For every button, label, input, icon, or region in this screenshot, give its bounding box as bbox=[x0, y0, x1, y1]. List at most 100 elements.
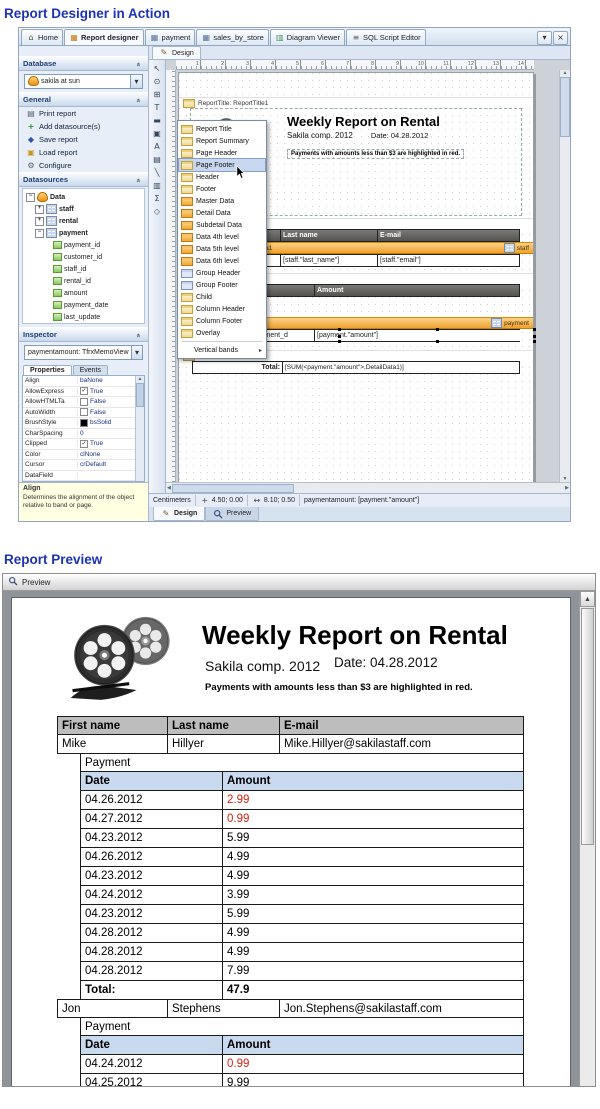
tree-item-Data[interactable]: −Data bbox=[23, 191, 144, 203]
scroll-right-icon[interactable]: ▶ bbox=[565, 485, 569, 491]
menu-item-vertical-bands[interactable]: Vertical bands▸ bbox=[179, 344, 265, 356]
col-amount[interactable]: Amount bbox=[314, 284, 520, 297]
preview-vertical-scrollbar[interactable]: ▲ bbox=[579, 591, 595, 1087]
property-value[interactable]: baNone bbox=[78, 377, 136, 384]
tab-design[interactable]: ✎ Design bbox=[152, 46, 201, 59]
menu-item-group-footer[interactable]: Group Footer bbox=[179, 279, 265, 291]
property-row[interactable]: CursorcrDefault bbox=[23, 460, 136, 471]
tool-zoom-icon[interactable]: ⊙ bbox=[151, 76, 163, 87]
property-row[interactable]: AlignbaNone bbox=[23, 376, 136, 387]
collapse-expander-icon[interactable]: − bbox=[35, 229, 44, 238]
expand-expander-icon[interactable]: + bbox=[35, 217, 44, 226]
property-value[interactable]: ✓True bbox=[78, 440, 136, 448]
menu-item-header[interactable]: Header bbox=[179, 171, 265, 183]
general-panel-header[interactable]: General » bbox=[19, 92, 148, 107]
datasources-panel-header[interactable]: Datasources » bbox=[19, 172, 148, 187]
sidebar-item-save-report[interactable]: ◆Save report bbox=[19, 133, 148, 146]
scrollbar-thumb[interactable] bbox=[136, 383, 144, 407]
checkbox-unchecked-icon[interactable] bbox=[80, 408, 88, 416]
tree-item-payment_id[interactable]: payment_id bbox=[23, 239, 144, 251]
menu-item-subdetail-data[interactable]: Subdetail Data bbox=[179, 219, 265, 231]
property-row[interactable]: DataField bbox=[23, 471, 136, 482]
tree-item-rental_id[interactable]: rental_id bbox=[23, 275, 144, 287]
report-title-band-header[interactable]: ReportTitle: ReportTitle1 bbox=[179, 97, 533, 108]
scrollbar-thumb[interactable] bbox=[581, 608, 594, 845]
database-panel-header[interactable]: Database » bbox=[19, 56, 148, 71]
property-value[interactable]: False bbox=[78, 398, 136, 406]
inspector-tab-events[interactable]: Events bbox=[73, 365, 108, 375]
checkbox-checked-icon[interactable]: ✓ bbox=[80, 387, 88, 395]
menu-item-data-4th-level[interactable]: Data 4th level bbox=[179, 231, 265, 243]
sidebar-item-add-datasource-s-[interactable]: +Add datasource(s) bbox=[19, 120, 148, 133]
bottom-tab-preview[interactable]: Preview bbox=[205, 507, 259, 521]
tree-item-payment_date[interactable]: payment_date bbox=[23, 299, 144, 311]
tab-report-designer[interactable]: ▦Report designer bbox=[64, 29, 144, 45]
tool-picture-icon[interactable]: ▣ bbox=[151, 128, 163, 139]
tool-sum-icon[interactable]: Σ bbox=[151, 193, 163, 204]
property-value[interactable]: crDefault bbox=[78, 461, 136, 468]
inspector-tab-properties[interactable]: Properties bbox=[23, 365, 72, 375]
menu-item-data-6th-level[interactable]: Data 6th level bbox=[179, 255, 265, 267]
total-row[interactable]: Total: [SUM(<payment."amount">,DetailDat… bbox=[192, 361, 520, 374]
scroll-up-icon[interactable]: ▲ bbox=[580, 591, 595, 607]
tab-payment[interactable]: ▦payment bbox=[145, 29, 196, 45]
menu-item-column-header[interactable]: Column Header bbox=[179, 303, 265, 315]
menu-item-footer[interactable]: Footer bbox=[179, 183, 265, 195]
design-report-title[interactable]: Weekly Report on Rental bbox=[287, 114, 513, 129]
tab-scroll-button[interactable]: ▾ bbox=[537, 31, 552, 45]
checkbox-checked-icon[interactable]: ✓ bbox=[80, 440, 88, 448]
menu-item-column-footer[interactable]: Column Footer bbox=[179, 315, 265, 327]
close-button[interactable]: × bbox=[553, 31, 568, 45]
property-row[interactable]: Clipped✓True bbox=[23, 439, 136, 450]
database-select[interactable]: sakila at sun ▾ bbox=[24, 74, 143, 89]
selection-handles[interactable] bbox=[339, 329, 535, 342]
field-last-name[interactable]: [staff."last_name"] bbox=[280, 254, 377, 267]
bottom-tab-design[interactable]: ✎Design bbox=[153, 507, 205, 521]
tree-item-customer_id[interactable]: customer_id bbox=[23, 251, 144, 263]
property-grid-scrollbar[interactable]: ▲ bbox=[135, 376, 144, 481]
property-row[interactable]: AllowHTMLTaFalse bbox=[23, 397, 136, 408]
property-value[interactable]: clNone bbox=[78, 451, 136, 458]
tool-chart-icon[interactable]: ▥ bbox=[151, 180, 163, 191]
menu-item-data-5th-level[interactable]: Data 5th level bbox=[179, 243, 265, 255]
property-value[interactable]: ✓True bbox=[78, 387, 136, 395]
total-expression[interactable]: [SUM(<payment."amount">,DetailData1)] bbox=[282, 361, 520, 374]
menu-item-group-header[interactable]: Group Header bbox=[179, 267, 265, 279]
preview-title-bar[interactable]: Preview bbox=[3, 574, 595, 591]
property-row[interactable]: BrushStylebsSolid bbox=[23, 418, 136, 429]
tab-diagram-viewer[interactable]: ▥Diagram Viewer bbox=[270, 29, 345, 45]
tool-line-icon[interactable]: ╲ bbox=[151, 167, 163, 178]
property-value[interactable]: 0 bbox=[78, 430, 136, 437]
tool-richtext-icon[interactable]: A bbox=[151, 141, 163, 152]
tree-item-last_update[interactable]: last_update bbox=[23, 311, 144, 323]
scrollbar-thumb[interactable] bbox=[560, 77, 570, 137]
checkbox-unchecked-icon[interactable] bbox=[80, 398, 88, 406]
tool-pointer-icon[interactable]: ↖ bbox=[151, 63, 163, 74]
tool-subreport-icon[interactable]: ▤ bbox=[151, 154, 163, 165]
tool-band-tool-icon[interactable]: ▬ bbox=[151, 115, 163, 126]
property-row[interactable]: AllowExpress✓True bbox=[23, 387, 136, 398]
menu-item-report-summary[interactable]: Report Summary bbox=[179, 135, 265, 147]
tree-item-amount[interactable]: amount bbox=[23, 287, 144, 299]
scrollbar-thumb[interactable] bbox=[172, 484, 294, 493]
scroll-up-icon[interactable]: ▲ bbox=[138, 376, 143, 382]
tab-sales-by-store[interactable]: ▦sales_by_store bbox=[196, 29, 268, 45]
design-report-date[interactable]: Date: 04.28.2012 bbox=[371, 131, 429, 140]
menu-item-page-header[interactable]: Page Header bbox=[179, 147, 265, 159]
tool-shape-icon[interactable]: ◇ bbox=[151, 206, 163, 217]
inspector-panel-header[interactable]: Inspector » bbox=[19, 327, 148, 342]
menu-item-child[interactable]: Child bbox=[179, 291, 265, 303]
col-email[interactable]: E-mail bbox=[377, 229, 520, 242]
tab-home[interactable]: ⌂Home bbox=[21, 29, 63, 45]
tree-item-rental[interactable]: +rental bbox=[23, 215, 144, 227]
tree-item-payment[interactable]: −payment bbox=[23, 227, 144, 239]
dropdown-arrow-icon[interactable]: ▾ bbox=[130, 75, 142, 88]
scroll-down-icon[interactable]: ▼ bbox=[563, 476, 568, 482]
menu-item-detail-data[interactable]: Detail Data bbox=[179, 207, 265, 219]
canvas-horizontal-scrollbar[interactable]: ◀ ▶ bbox=[166, 482, 570, 493]
design-report-subtitle[interactable]: Sakila comp. 2012 bbox=[287, 131, 353, 140]
property-row[interactable]: CharSpacing0 bbox=[23, 429, 136, 440]
collapse-expander-icon[interactable]: − bbox=[26, 193, 35, 202]
tree-item-staff[interactable]: +staff bbox=[23, 203, 144, 215]
property-row[interactable]: ColorclNone bbox=[23, 450, 136, 461]
